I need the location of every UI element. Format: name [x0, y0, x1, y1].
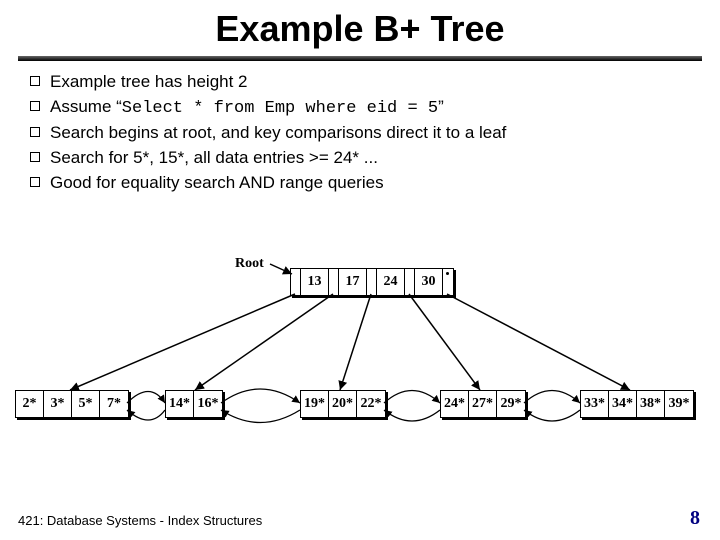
- leaf-node: 2* 3* 5* 7*: [15, 390, 129, 418]
- key-cell: 17: [339, 269, 367, 295]
- bullet-icon: [30, 177, 40, 187]
- key-cell: 13: [301, 269, 329, 295]
- root-label: Root: [235, 256, 264, 272]
- entry-cell: 14*: [166, 391, 194, 417]
- bullet-list: Example tree has height 2 Assume “Select…: [30, 71, 690, 195]
- entry-cell: 20*: [329, 391, 357, 417]
- list-item: Example tree has height 2: [30, 71, 690, 94]
- key-cell: 24: [377, 269, 405, 295]
- entry-cell: 34*: [609, 391, 637, 417]
- bullet-icon: [30, 127, 40, 137]
- entry-cell: 16*: [194, 391, 222, 417]
- page-number: 8: [690, 507, 700, 530]
- pointer-slot: [329, 269, 339, 295]
- pointer-slot: [367, 269, 377, 295]
- entry-cell: 2*: [16, 391, 44, 417]
- root-node: 13 17 24 30: [290, 268, 454, 296]
- bullet-icon: [30, 76, 40, 86]
- entry-cell: 19*: [301, 391, 329, 417]
- entry-cell: 29*: [497, 391, 525, 417]
- list-item: Search for 5*, 15*, all data entries >= …: [30, 147, 690, 170]
- pointer-slot: [443, 269, 453, 295]
- key-cell: 30: [415, 269, 443, 295]
- entry-cell: 3*: [44, 391, 72, 417]
- page-title: Example B+ Tree: [0, 0, 720, 50]
- entry-cell: 33*: [581, 391, 609, 417]
- entry-cell: 7*: [100, 391, 128, 417]
- footer-text: 421: Database Systems - Index Structures: [18, 513, 262, 528]
- bullet-icon: [30, 101, 40, 111]
- entry-cell: 27*: [469, 391, 497, 417]
- entry-cell: 38*: [637, 391, 665, 417]
- btree-diagram: Root 13 17 24 30 2* 3* 5* 7* 14* 16* 19*…: [0, 250, 720, 470]
- entry-cell: 5*: [72, 391, 100, 417]
- entry-cell: 39*: [665, 391, 693, 417]
- bullet-icon: [30, 152, 40, 162]
- list-item: Search begins at root, and key compariso…: [30, 122, 690, 145]
- entry-cell: 22*: [357, 391, 385, 417]
- list-item: Good for equality search AND range queri…: [30, 172, 690, 195]
- entry-cell: 24*: [441, 391, 469, 417]
- leaf-node: 19* 20* 22*: [300, 390, 386, 418]
- list-item: Assume “Select * from Emp where eid = 5”: [30, 96, 690, 119]
- pointer-slot: [291, 269, 301, 295]
- title-rule: [18, 56, 702, 61]
- pointer-slot: [405, 269, 415, 295]
- leaf-node: 14* 16*: [165, 390, 223, 418]
- leaf-node: 33* 34* 38* 39*: [580, 390, 694, 418]
- leaf-node: 24* 27* 29*: [440, 390, 526, 418]
